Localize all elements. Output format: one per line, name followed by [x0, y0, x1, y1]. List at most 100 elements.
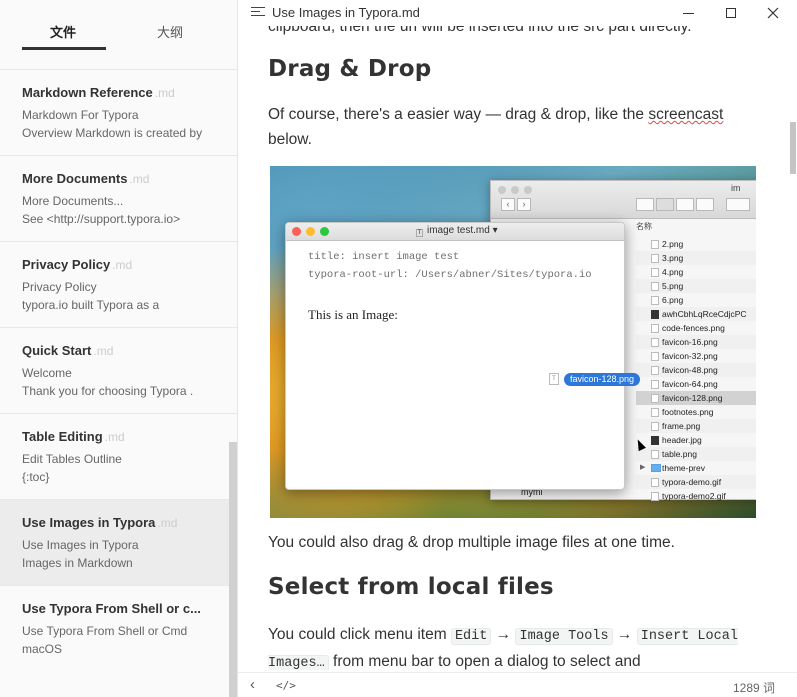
finder-file-name: favicon-128.png [662, 393, 723, 403]
file-item-ext: .md [154, 86, 175, 100]
minimize-button[interactable] [668, 0, 710, 26]
file-item-privacy-policy[interactable]: Privacy Policy .md Privacy Policy typora.… [0, 241, 237, 327]
tab-files[interactable]: 文件 [50, 22, 76, 41]
source-code-mode-button[interactable]: </> [276, 679, 296, 692]
arrow-text: → [491, 626, 516, 643]
finder-file-name: awhCbhLqRceCdjcPC [662, 309, 747, 319]
finder-column-header: 名称 [636, 222, 652, 231]
screencast-link[interactable]: screencast [648, 106, 723, 123]
window-title: Use Images in Typora.md [272, 5, 420, 20]
finder-file-row: code-fences.png [636, 321, 756, 335]
file-item-preview-line: macOS [22, 642, 63, 656]
finder-file-name: 3.png [662, 253, 684, 263]
file-item-title: Table Editing [22, 429, 103, 444]
finder-file-row: favicon-32.png [636, 349, 756, 363]
front-matter-line: title: insert image test [308, 251, 460, 263]
menu-icon[interactable] [251, 6, 265, 18]
finder-file-row: favicon-48.png [636, 363, 756, 377]
arrow-text: → [612, 626, 637, 643]
file-item-preview-line: Use Images in Typora [22, 538, 139, 552]
file-item-title: More Documents [22, 171, 128, 186]
finder-file-row: 4.png [636, 265, 756, 279]
finder-file-row: 6.png [636, 293, 756, 307]
finder-file-name: theme-prev [662, 463, 705, 473]
file-icon [651, 366, 659, 375]
finder-file-name: frame.png [662, 421, 701, 431]
file-item-title: Privacy Policy [22, 257, 111, 272]
icon-view-icon [636, 198, 654, 211]
file-item-title: Quick Start [22, 343, 92, 358]
arrange-icon [726, 198, 750, 211]
maximize-button[interactable] [710, 0, 752, 26]
editor-content[interactable]: clipboard, then the url will be inserted… [238, 26, 786, 670]
finder-file-row: frame.png [636, 419, 756, 433]
disclosure-triangle-icon: ▶ [640, 464, 646, 471]
heading-drag-drop: Drag & Drop [268, 56, 432, 82]
file-item-ext: .md [104, 430, 125, 444]
close-icon [767, 7, 779, 19]
file-item-title: Use Typora From Shell or c... [22, 601, 201, 616]
paragraph-cutoff: clipboard, then the url will be inserted… [268, 26, 692, 35]
column-view-icon [676, 198, 694, 211]
file-item-quick-start[interactable]: Quick Start .md Welcome Thank you for cho… [0, 327, 237, 413]
file-icon [651, 408, 659, 417]
finder-file-name: 5.png [662, 281, 684, 291]
file-icon [651, 352, 659, 361]
dragged-file-icon: T [549, 373, 559, 385]
heading-select-local-files: Select from local files [268, 574, 554, 600]
maximize-icon [726, 8, 736, 18]
file-item-preview-line: typora.io built Typora as a [22, 298, 160, 312]
file-icon [651, 282, 659, 291]
finder-file-name: favicon-32.png [662, 351, 718, 361]
file-item-preview-line: Markdown For Typora [22, 108, 139, 122]
finder-file-row: header.jpg [636, 433, 756, 447]
finder-file-row: 2.png [636, 237, 756, 251]
demo-titlebar: Timage test.md ▾ [286, 223, 624, 241]
document-icon: T [416, 229, 423, 237]
file-item-ext: .md [129, 172, 150, 186]
file-list: Markdown Reference .md Markdown For Typor… [0, 69, 237, 671]
paragraph-multiple-files: You could also drag & drop multiple imag… [268, 534, 675, 551]
finder-file-name: code-fences.png [662, 323, 725, 333]
sidebar-tabs: 文件 大纲 [0, 0, 237, 68]
file-item-markdown-reference[interactable]: Markdown Reference .md Markdown For Typor… [0, 69, 237, 155]
word-count[interactable]: 1289 词 [733, 679, 775, 696]
toggle-sidebar-button[interactable]: ‹ [250, 676, 255, 693]
file-icon [651, 422, 659, 431]
file-item-preview-line: Edit Tables Outline [22, 452, 122, 466]
close-button[interactable] [752, 0, 794, 26]
finder-file-name: typora-demo.gif [662, 477, 722, 487]
file-item-preview-line: Images in Markdown [22, 556, 133, 570]
finder-file-row: ▶ theme-prev [636, 461, 756, 475]
file-item-table-editing[interactable]: Table Editing .md Edit Tables Outline {:t… [0, 413, 237, 499]
active-tab-indicator [22, 47, 106, 50]
paragraph-text: You could click menu item [268, 626, 451, 643]
editor-scrollbar-thumb[interactable] [790, 122, 796, 174]
file-item-title: Use Images in Typora [22, 515, 156, 530]
finder-toolbar: ‹ › im [491, 181, 756, 219]
finder-file-name: header.jpg [662, 435, 702, 445]
front-matter-line: typora-root-url: /Users/abner/Sites/typo… [308, 269, 592, 281]
file-item-preview-line: {:toc} [22, 470, 50, 484]
file-icon [651, 296, 659, 305]
file-icon [651, 254, 659, 263]
demo-window-title: Timage test.md ▾ [416, 225, 498, 237]
code-edit: Edit [450, 628, 492, 645]
file-item-use-images-active[interactable]: Use Images in Typora .md Use Images in Ty… [0, 499, 237, 585]
file-item-more-documents[interactable]: More Documents .md More Documents... See … [0, 155, 237, 241]
file-sidebar: 文件 大纲 Markdown Reference .md Markdown For… [0, 0, 238, 697]
file-item-use-typora-from-shell[interactable]: Use Typora From Shell or c... Use Typora… [0, 585, 237, 671]
paragraph-drag-drop: Of course, there's a easier way — drag &… [268, 102, 758, 152]
file-item-ext: .md [112, 258, 133, 272]
file-icon [651, 268, 659, 277]
back-icon: ‹ [501, 198, 515, 211]
finder-file-name: typora-demo2.gif [662, 491, 726, 501]
file-item-preview-line: Thank you for choosing Typora . [22, 384, 194, 398]
finder-file-name: favicon-16.png [662, 337, 718, 347]
finder-file-name: footnotes.png [662, 407, 714, 417]
tab-outline[interactable]: 大纲 [157, 22, 183, 41]
forward-icon: › [517, 198, 531, 211]
sidebar-scrollbar[interactable] [229, 442, 237, 697]
finder-file-name: favicon-64.png [662, 379, 718, 389]
file-icon [651, 478, 659, 487]
